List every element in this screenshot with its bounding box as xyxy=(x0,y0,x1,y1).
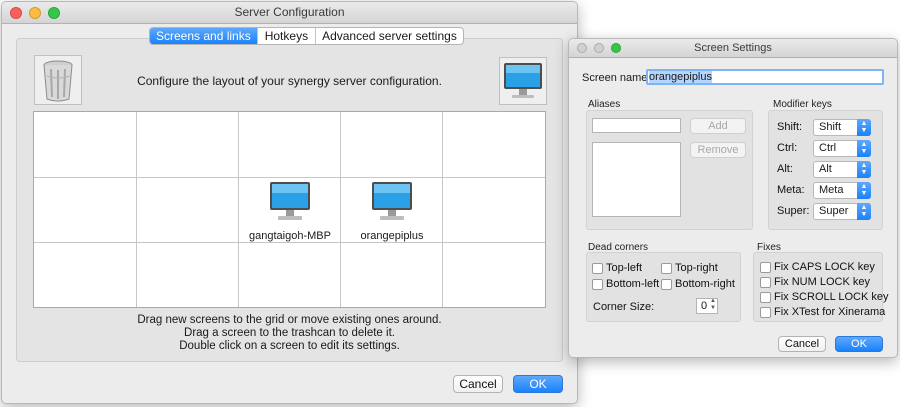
ok-button[interactable]: OK xyxy=(835,336,883,352)
remove-alias-button[interactable]: Remove xyxy=(690,142,746,158)
fix-scroll-lock-label: Fix SCROLL LOCK key xyxy=(774,291,889,303)
corner-size-label: Corner Size: xyxy=(593,301,655,313)
monitor-icon xyxy=(268,181,312,223)
grid-cell[interactable] xyxy=(341,112,443,178)
grid-cell[interactable] xyxy=(34,243,137,307)
tab-screens-and-links[interactable]: Screens and links xyxy=(150,28,257,44)
screen-settings-title: Screen Settings xyxy=(694,42,772,54)
grid-cell[interactable] xyxy=(34,112,137,178)
cancel-button[interactable]: Cancel xyxy=(778,336,826,352)
top-left-label: Top-left xyxy=(606,262,643,274)
super-select[interactable]: Super ▲ ▼ xyxy=(813,203,871,220)
server-configuration-window: Server Configuration Screens and links H… xyxy=(1,1,578,404)
close-button[interactable] xyxy=(577,43,587,53)
grid-hints: Drag new screens to the grid or move exi… xyxy=(82,314,497,353)
add-alias-button[interactable]: Add xyxy=(690,118,746,134)
corner-size-stepper[interactable]: ▲ ▼ xyxy=(708,298,718,314)
hint-line: Drag a screen to the trashcan to delete … xyxy=(184,327,395,339)
shift-select[interactable]: Shift ▲ ▼ xyxy=(813,119,871,136)
grid-cell[interactable] xyxy=(34,178,137,243)
grid-cell[interactable] xyxy=(137,243,239,307)
ctrl-label: Ctrl: xyxy=(777,142,798,154)
screen-settings-titlebar[interactable]: Screen Settings xyxy=(569,39,897,58)
chevron-updown-icon: ▲ ▼ xyxy=(857,119,871,136)
tab-hotkeys[interactable]: Hotkeys xyxy=(256,28,315,44)
grid-cell[interactable] xyxy=(341,243,443,307)
bottom-left-checkbox[interactable] xyxy=(592,279,603,290)
fix-xtest-label: Fix XTest for Xinerama xyxy=(774,306,886,318)
server-window-titlebar[interactable]: Server Configuration xyxy=(2,2,577,24)
grid-cell-screen-gangtaigoh-mbp[interactable]: gangtaigoh-MBP xyxy=(239,178,341,243)
fix-scroll-lock-checkbox[interactable] xyxy=(760,292,771,303)
ctrl-select[interactable]: Ctrl ▲ ▼ xyxy=(813,140,871,157)
grid-cell[interactable] xyxy=(443,243,545,307)
alt-select[interactable]: Alt ▲ ▼ xyxy=(813,161,871,178)
window-controls xyxy=(577,43,621,53)
ok-button[interactable]: OK xyxy=(513,375,563,393)
screen-name-label: gangtaigoh-MBP xyxy=(249,230,331,242)
chevron-updown-icon: ▲ ▼ xyxy=(857,140,871,157)
tab-bar: Screens and links Hotkeys Advanced serve… xyxy=(149,27,464,45)
grid-cell-screen-orangepiplus[interactable]: orangepiplus xyxy=(341,178,443,243)
grid-cell[interactable] xyxy=(137,178,239,243)
grid-cell[interactable] xyxy=(443,112,545,178)
screen-name-input[interactable]: orangepiplus xyxy=(646,69,884,85)
fix-caps-lock-label: Fix CAPS LOCK key xyxy=(774,261,875,273)
fix-caps-lock-checkbox[interactable] xyxy=(760,262,771,273)
new-screen-monitor-icon[interactable] xyxy=(499,57,547,105)
fix-num-lock-label: Fix NUM LOCK key xyxy=(774,276,870,288)
chevron-updown-icon: ▲ ▼ xyxy=(857,161,871,178)
bottom-left-label: Bottom-left xyxy=(606,278,660,290)
server-window-title: Server Configuration xyxy=(234,5,345,19)
aliases-list[interactable] xyxy=(592,142,681,217)
meta-select[interactable]: Meta ▲ ▼ xyxy=(813,182,871,199)
cancel-button[interactable]: Cancel xyxy=(453,375,503,393)
trash-icon[interactable] xyxy=(34,55,82,105)
alt-label: Alt: xyxy=(777,163,793,175)
tab-advanced-server-settings[interactable]: Advanced server settings xyxy=(315,28,463,44)
shift-label: Shift: xyxy=(777,121,803,133)
grid-cell[interactable] xyxy=(239,243,341,307)
zoom-button[interactable] xyxy=(48,7,60,19)
screen-name-label: Screen name: xyxy=(582,72,651,84)
alias-input[interactable] xyxy=(592,118,681,133)
top-right-checkbox[interactable] xyxy=(661,263,672,274)
grid-cell[interactable] xyxy=(137,112,239,178)
layout-description: Configure the layout of your synergy ser… xyxy=(137,74,442,88)
grid-cell[interactable] xyxy=(443,178,545,243)
fix-xtest-checkbox[interactable] xyxy=(760,307,771,318)
grid-cell[interactable] xyxy=(239,112,341,178)
top-left-checkbox[interactable] xyxy=(592,263,603,274)
hint-line: Drag new screens to the grid or move exi… xyxy=(137,314,442,326)
top-right-label: Top-right xyxy=(675,262,718,274)
close-button[interactable] xyxy=(10,7,22,19)
chevron-updown-icon: ▲ ▼ xyxy=(857,203,871,220)
aliases-label: Aliases xyxy=(588,99,621,110)
zoom-button[interactable] xyxy=(611,43,621,53)
minimize-button[interactable] xyxy=(594,43,604,53)
window-controls xyxy=(10,7,60,19)
screen-name-label: orangepiplus xyxy=(360,230,424,242)
screen-settings-window: Screen Settings Screen name: orangepiplu… xyxy=(568,38,898,358)
screen-name-value: orangepiplus xyxy=(649,71,712,83)
bottom-right-label: Bottom-right xyxy=(675,278,735,290)
minimize-button[interactable] xyxy=(29,7,41,19)
bottom-right-checkbox[interactable] xyxy=(661,279,672,290)
fix-num-lock-checkbox[interactable] xyxy=(760,277,771,288)
super-label: Super: xyxy=(777,205,810,217)
hint-line: Double click on a screen to edit its set… xyxy=(179,340,400,352)
modifier-keys-label: Modifier keys xyxy=(773,99,832,110)
meta-label: Meta: xyxy=(777,184,805,196)
monitor-icon xyxy=(370,181,414,223)
screen-layout-grid[interactable]: gangtaigoh-MBP orangepiplus xyxy=(33,111,546,308)
chevron-updown-icon: ▲ ▼ xyxy=(857,182,871,199)
